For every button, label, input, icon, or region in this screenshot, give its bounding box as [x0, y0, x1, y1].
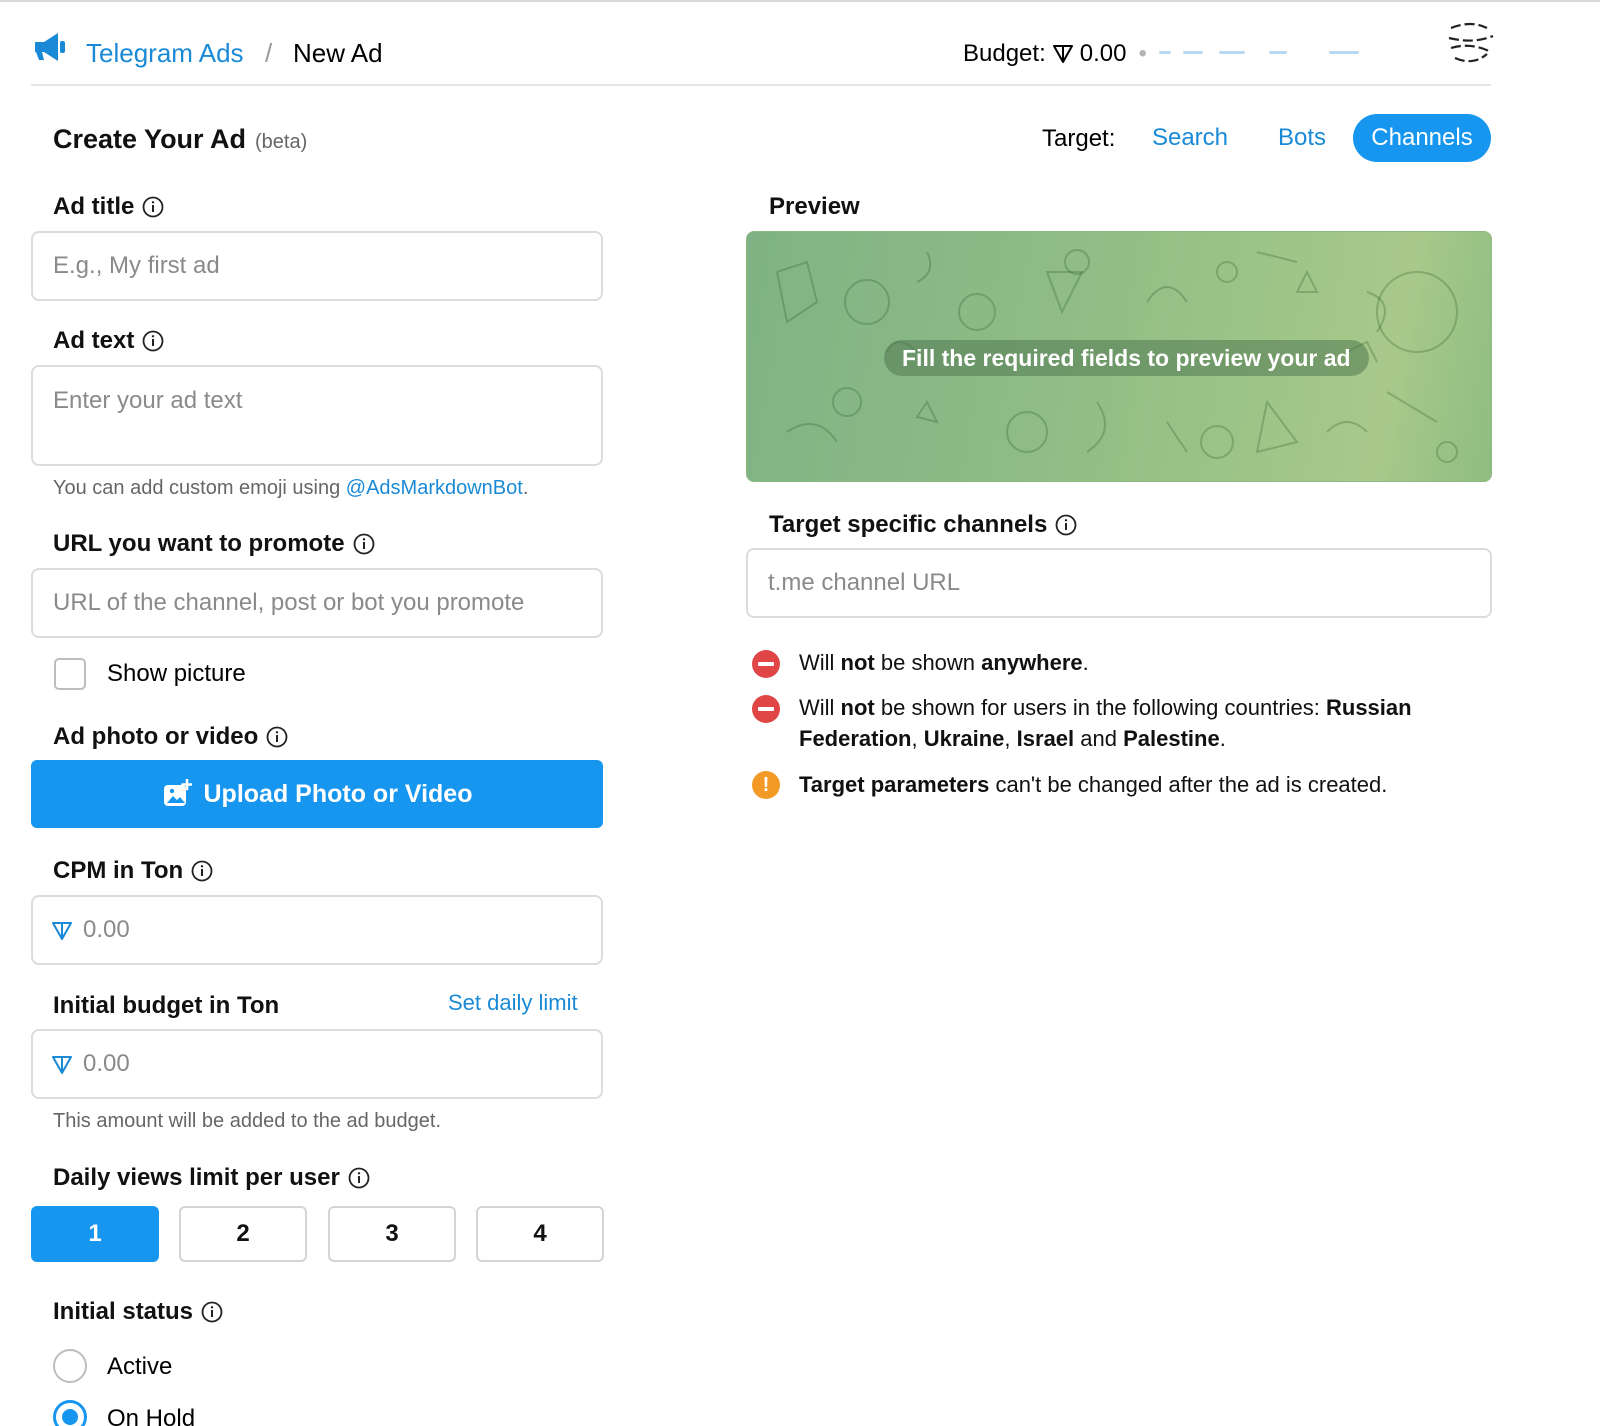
- cpm-label: CPM in Ton: [53, 857, 213, 885]
- url-label: URL you want to promote: [53, 530, 375, 558]
- upload-button-label: Upload Photo or Video: [203, 779, 473, 808]
- show-picture-checkbox[interactable]: [54, 658, 86, 690]
- warning-icon: !: [752, 771, 780, 799]
- budget-hint: This amount will be added to the ad budg…: [53, 1110, 442, 1132]
- info-icon[interactable]: [142, 196, 164, 218]
- views-option-4[interactable]: 4: [476, 1206, 604, 1262]
- views-label-text: Daily views limit per user: [53, 1164, 340, 1191]
- budget-field: [31, 1029, 603, 1099]
- target-channels-label-text: Target specific channels: [769, 511, 1048, 538]
- ad-text-label-text: Ad text: [53, 327, 135, 354]
- ad-text-field: [31, 365, 603, 466]
- ad-title-label: Ad title: [53, 193, 164, 221]
- upload-photo-button[interactable]: Upload Photo or Video: [31, 760, 603, 828]
- status-radio-active[interactable]: [53, 1349, 87, 1383]
- ad-preview: Fill the required fields to preview your…: [746, 231, 1492, 482]
- ad-title-field: [31, 231, 603, 301]
- info-icon[interactable]: [348, 1167, 370, 1189]
- page-title: Create Your Ad: [53, 124, 247, 154]
- info-icon[interactable]: [353, 533, 375, 555]
- breadcrumb-current: New Ad: [293, 38, 383, 68]
- top-header: Telegram Ads / New Ad Budget: 0.00 •: [31, 14, 1496, 86]
- megaphone-icon: [35, 33, 65, 61]
- account-name-redacted[interactable]: [1158, 45, 1379, 63]
- views-option-1[interactable]: 1: [31, 1206, 159, 1262]
- ton-icon: [52, 1056, 72, 1074]
- set-daily-limit-link[interactable]: Set daily limit: [448, 990, 578, 1016]
- status-active-label[interactable]: Active: [107, 1353, 172, 1381]
- budget-label-text: Initial budget in Ton: [53, 992, 280, 1019]
- info-icon[interactable]: [266, 726, 288, 748]
- emoji-hint: You can add custom emoji using @AdsMarkd…: [53, 477, 528, 500]
- info-icon[interactable]: [191, 860, 213, 882]
- error-icon: [752, 695, 780, 723]
- window-top-border: [0, 0, 1600, 2]
- cpm-field: [31, 895, 603, 965]
- ads-markdown-bot-link[interactable]: @AdsMarkdownBot: [346, 477, 523, 499]
- preview-label: Preview: [769, 193, 860, 220]
- status-label: Initial status: [53, 1298, 223, 1326]
- url-label-text: URL you want to promote: [53, 530, 345, 557]
- info-icon[interactable]: [142, 330, 164, 352]
- target-label: Target:: [1042, 125, 1116, 152]
- avatar[interactable]: [1441, 14, 1499, 72]
- note-target-params: Target parameters can't be changed after…: [799, 772, 1388, 797]
- beta-tag: (beta): [255, 131, 308, 153]
- budget-input[interactable]: [33, 1031, 601, 1097]
- url-field: [31, 568, 603, 638]
- ad-text-input[interactable]: [33, 367, 601, 464]
- budget-label: Budget:: [963, 40, 1046, 67]
- separator-dot: •: [1138, 40, 1147, 67]
- tab-bots[interactable]: Bots: [1262, 114, 1342, 162]
- emoji-hint-text: You can add custom emoji using: [53, 477, 346, 499]
- info-icon[interactable]: [201, 1301, 223, 1323]
- ad-title-input[interactable]: [33, 233, 601, 299]
- info-icon[interactable]: [1055, 514, 1077, 536]
- emoji-hint-suffix: .: [522, 477, 529, 499]
- target-channels-label: Target specific channels: [769, 511, 1077, 539]
- channel-url-field: [746, 548, 1492, 618]
- show-picture-label[interactable]: Show picture: [107, 660, 246, 688]
- url-input[interactable]: [33, 570, 601, 636]
- budget-display: Budget: 0.00 •: [963, 40, 1379, 68]
- ton-icon: [52, 922, 72, 940]
- add-photo-icon: [163, 779, 192, 806]
- channel-url-input[interactable]: [748, 550, 1490, 616]
- brand-link[interactable]: Telegram Ads: [86, 38, 244, 69]
- photo-label-text: Ad photo or video: [53, 723, 259, 750]
- cpm-label-text: CPM in Ton: [53, 857, 184, 884]
- note-not-shown-anywhere: Will not be shown anywhere.: [799, 650, 1089, 675]
- budget-label: Initial budget in Ton: [53, 992, 279, 1020]
- error-icon: [752, 650, 780, 678]
- views-option-2[interactable]: 2: [179, 1206, 307, 1262]
- note-countries-excluded: Will not be shown for users in the follo…: [799, 695, 1412, 751]
- status-on-hold-label[interactable]: On Hold: [107, 1405, 195, 1426]
- preview-placeholder-message: Fill the required fields to preview your…: [884, 340, 1369, 376]
- views-label: Daily views limit per user: [53, 1164, 370, 1192]
- ad-title-label-text: Ad title: [53, 193, 135, 220]
- cpm-input[interactable]: [33, 897, 601, 963]
- budget-value: 0.00: [1079, 40, 1127, 67]
- ad-text-label: Ad text: [53, 327, 164, 355]
- ton-icon: [1052, 45, 1073, 63]
- status-radio-on-hold[interactable]: [53, 1400, 87, 1426]
- photo-label: Ad photo or video: [53, 723, 288, 751]
- tab-search[interactable]: Search: [1140, 114, 1240, 162]
- views-option-3[interactable]: 3: [328, 1206, 456, 1262]
- tab-channels[interactable]: Channels: [1353, 114, 1491, 162]
- breadcrumb-separator: /: [265, 38, 273, 68]
- status-label-text: Initial status: [53, 1298, 194, 1325]
